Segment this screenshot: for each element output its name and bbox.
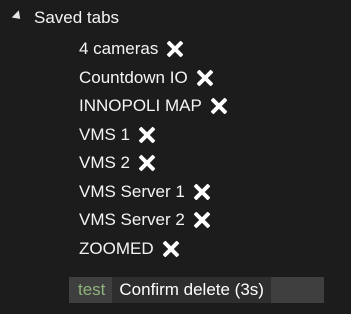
delete-x-icon[interactable]: [166, 40, 184, 58]
saved-tabs-list: 4 cameras Countdown IO INNOPOLI MAP VMS …: [79, 35, 339, 263]
saved-tab-label[interactable]: VMS 2: [79, 153, 130, 173]
saved-tab-label[interactable]: ZOOMED: [79, 239, 154, 259]
saved-tab-label[interactable]: INNOPOLI MAP: [79, 96, 202, 116]
delete-x-icon[interactable]: [162, 240, 180, 258]
pending-delete-tab-name: test: [78, 280, 106, 299]
delete-x-icon[interactable]: [138, 126, 156, 144]
saved-tab-label[interactable]: 4 cameras: [79, 39, 158, 59]
pending-delete-row: test Confirm delete (3s): [69, 277, 324, 303]
delete-x-icon[interactable]: [193, 211, 211, 229]
saved-tab-item: Countdown IO: [79, 64, 339, 93]
saved-tab-label[interactable]: VMS Server 2: [79, 210, 185, 230]
delete-x-icon[interactable]: [196, 69, 214, 87]
saved-tabs-panel: Saved tabs 4 cameras Countdown IO INNOPO…: [0, 0, 351, 314]
confirm-delete-button[interactable]: Confirm delete (3s): [112, 277, 271, 303]
saved-tab-label[interactable]: VMS 1: [79, 125, 130, 145]
delete-x-icon[interactable]: [193, 183, 211, 201]
saved-tab-item: INNOPOLI MAP: [79, 92, 339, 121]
saved-tab-label[interactable]: VMS Server 1: [79, 182, 185, 202]
saved-tab-item: VMS 1: [79, 121, 339, 150]
saved-tab-label[interactable]: Countdown IO: [79, 68, 188, 88]
saved-tab-item: 4 cameras: [79, 35, 339, 64]
saved-tab-item: VMS 2: [79, 149, 339, 178]
saved-tab-item: VMS Server 1: [79, 178, 339, 207]
saved-tab-item: ZOOMED: [79, 235, 339, 264]
saved-tabs-header[interactable]: Saved tabs: [11, 6, 120, 30]
saved-tabs-title: Saved tabs: [34, 8, 120, 27]
expand-caret-icon[interactable]: [11, 9, 24, 22]
delete-x-icon[interactable]: [138, 154, 156, 172]
saved-tab-item: VMS Server 2: [79, 206, 339, 235]
delete-x-icon[interactable]: [210, 97, 228, 115]
